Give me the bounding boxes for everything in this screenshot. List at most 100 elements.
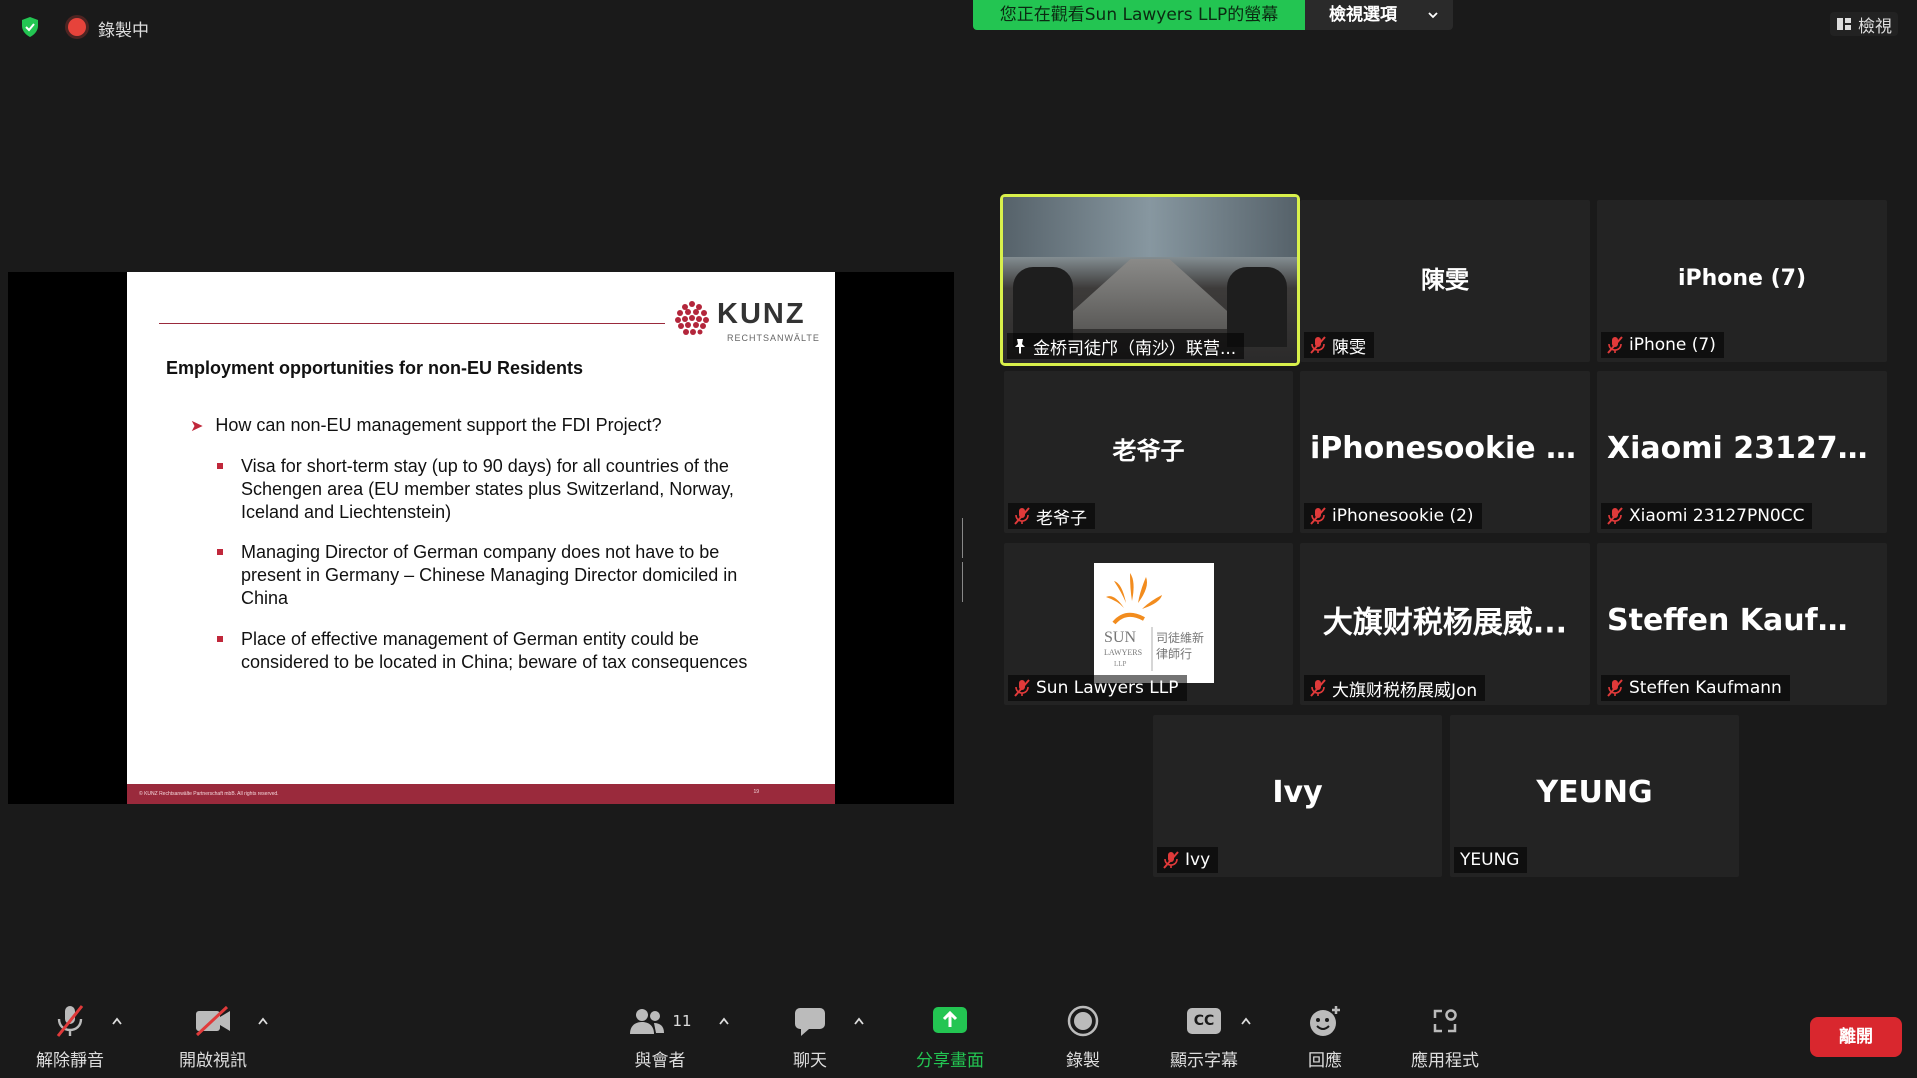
share-screen-button[interactable]: 分享畫面 bbox=[905, 1004, 995, 1071]
mic-muted-icon bbox=[1310, 679, 1326, 697]
participant-tile[interactable]: Xiaomi 23127P... Xiaomi 23127PN0CC bbox=[1597, 371, 1887, 533]
mic-muted-icon bbox=[1607, 507, 1623, 525]
sun-logo-text: 律師行 bbox=[1156, 647, 1193, 661]
slide-footer: © KUNZ Rechtsanwälte Partnerschaft mbB. … bbox=[127, 784, 835, 804]
slide-question-text: How can non-EU management support the FD… bbox=[215, 415, 662, 435]
security-shield-icon[interactable] bbox=[20, 16, 40, 38]
participants-chevron-up-icon[interactable] bbox=[718, 1016, 730, 1026]
record-label: 錄製 bbox=[1066, 1051, 1100, 1071]
slide-copyright: © KUNZ Rechtsanwälte Partnerschaft mbB. … bbox=[139, 791, 279, 797]
slide-bullet: Managing Director of German company does… bbox=[217, 541, 757, 610]
view-options-button[interactable]: 檢視選項 bbox=[1305, 0, 1453, 30]
sun-logo-text: SUN bbox=[1104, 629, 1137, 646]
participant-tile[interactable]: 大旗财税杨展威... 大旗财税杨展威Jon bbox=[1300, 543, 1590, 705]
chat-label: 聊天 bbox=[793, 1051, 827, 1071]
reactions-button[interactable]: 回應 bbox=[1290, 1004, 1360, 1071]
participant-display-name: YEUNG bbox=[1536, 775, 1653, 810]
emoji-add-icon bbox=[1310, 1006, 1340, 1036]
square-bullet-icon bbox=[217, 463, 223, 469]
participant-tile[interactable]: iPhone (7) iPhone (7) bbox=[1597, 200, 1887, 362]
square-bullet-icon bbox=[217, 549, 223, 555]
start-video-label: 開啟視訊 bbox=[179, 1051, 247, 1071]
closed-captions-icon: CC bbox=[1187, 1008, 1221, 1034]
participant-name: Steffen Kaufmann bbox=[1629, 678, 1782, 698]
slide-title: Employment opportunities for non-EU Resi… bbox=[166, 358, 584, 378]
splitter-handle[interactable] bbox=[962, 518, 966, 602]
unmute-button[interactable]: 解除靜音 bbox=[25, 1004, 115, 1071]
participant-name: Sun Lawyers LLP bbox=[1036, 678, 1179, 698]
chat-chevron-up-icon[interactable] bbox=[853, 1016, 865, 1026]
participant-tile[interactable]: 老爷子 老爷子 bbox=[1004, 371, 1293, 533]
participant-tile[interactable]: 金桥司徒邝（南沙）联营... bbox=[1000, 194, 1300, 366]
participant-display-name: iPhone (7) bbox=[1677, 266, 1807, 291]
participant-nameplate: iPhonesookie (2) bbox=[1304, 503, 1482, 529]
unmute-label: 解除靜音 bbox=[36, 1051, 104, 1071]
chat-icon bbox=[795, 1008, 825, 1036]
participant-name: 陳雯 bbox=[1332, 337, 1366, 358]
participant-display-name: 陳雯 bbox=[1421, 266, 1469, 294]
participant-name: iPhonesookie (2) bbox=[1332, 506, 1474, 526]
kunz-brand: KUNZ bbox=[717, 298, 806, 330]
apps-icon bbox=[1433, 1009, 1457, 1033]
mic-muted-icon bbox=[1607, 679, 1623, 697]
mic-muted-icon bbox=[56, 1005, 84, 1037]
mic-muted-icon bbox=[1607, 336, 1623, 354]
arrow-bullet-icon: ➤ bbox=[190, 418, 204, 435]
reactions-label: 回應 bbox=[1308, 1051, 1342, 1071]
presentation-slide: KUNZ RECHTSANWÄLTE Employment opportunit… bbox=[127, 272, 835, 804]
captions-chevron-up-icon[interactable] bbox=[1240, 1016, 1252, 1026]
sun-logo-text: 司徒維新 bbox=[1156, 631, 1205, 645]
view-options-label: 檢視選項 bbox=[1329, 5, 1397, 25]
participant-tile[interactable]: YEUNG YEUNG bbox=[1450, 715, 1739, 877]
participant-display-name: 老爷子 bbox=[1112, 437, 1185, 465]
view-button-label: 檢視 bbox=[1858, 16, 1892, 37]
slide-bullet: Visa for short-term stay (up to 90 days)… bbox=[217, 455, 757, 524]
participant-name: Xiaomi 23127PN0CC bbox=[1629, 506, 1805, 526]
record-button[interactable]: 錄製 bbox=[1048, 1004, 1118, 1071]
video-options-chevron-up-icon[interactable] bbox=[257, 1016, 269, 1026]
participant-name: iPhone (7) bbox=[1629, 335, 1716, 355]
recording-label[interactable]: 錄製中 bbox=[98, 16, 149, 41]
participant-nameplate: Xiaomi 23127PN0CC bbox=[1601, 503, 1813, 529]
participant-count: 11 bbox=[672, 1012, 692, 1030]
participant-tile[interactable]: iPhonesookie (2) iPhonesookie (2) bbox=[1300, 371, 1590, 533]
participant-nameplate: 老爷子 bbox=[1008, 503, 1095, 529]
slide-bullet-text: Visa for short-term stay (up to 90 days)… bbox=[241, 456, 734, 522]
slide-page-number: 19 bbox=[753, 789, 759, 795]
mic-muted-icon bbox=[1310, 507, 1326, 525]
chat-button[interactable]: 聊天 bbox=[775, 1004, 845, 1071]
participant-nameplate: Steffen Kaufmann bbox=[1601, 675, 1790, 701]
slide-bullet-text: Place of effective management of German … bbox=[241, 629, 748, 672]
audio-options-chevron-up-icon[interactable] bbox=[111, 1016, 123, 1026]
captions-button[interactable]: CC 顯示字幕 bbox=[1163, 1004, 1245, 1071]
captions-label: 顯示字幕 bbox=[1170, 1051, 1238, 1071]
participant-nameplate: 大旗财税杨展威Jon bbox=[1304, 675, 1486, 701]
participant-tile[interactable]: Steffen Kaufma... Steffen Kaufmann bbox=[1597, 543, 1887, 705]
slide-question: ➤ How can non-EU management support the … bbox=[190, 415, 662, 436]
apps-label: 應用程式 bbox=[1411, 1051, 1479, 1071]
participants-button[interactable]: 11 與會者 bbox=[610, 1004, 710, 1071]
participant-name: 大旗财税杨展威Jon bbox=[1332, 680, 1478, 701]
sun-rays-icon bbox=[1106, 573, 1162, 671]
participant-nameplate: iPhone (7) bbox=[1601, 332, 1724, 358]
participant-tile[interactable]: 陳雯 陳雯 bbox=[1300, 200, 1590, 362]
apps-button[interactable]: 應用程式 bbox=[1400, 1004, 1490, 1071]
mic-muted-icon bbox=[1014, 507, 1030, 525]
grid-view-icon bbox=[1837, 18, 1851, 30]
start-video-button[interactable]: 開啟視訊 bbox=[163, 1004, 263, 1071]
participant-display-name: Steffen Kaufma... bbox=[1607, 603, 1887, 638]
view-button[interactable]: 檢視 bbox=[1830, 12, 1898, 37]
participant-nameplate: Ivy bbox=[1157, 847, 1219, 873]
recording-indicator-icon[interactable] bbox=[68, 18, 86, 36]
share-screen-icon bbox=[933, 1007, 967, 1033]
participant-nameplate: YEUNG bbox=[1454, 847, 1528, 873]
participant-tile[interactable]: SUN LAWYERS LLP 司徒維新 律師行 Sun Lawyers LLP bbox=[1004, 543, 1293, 705]
kunz-logo-icon bbox=[675, 301, 709, 335]
slide-rule bbox=[159, 323, 665, 324]
sun-logo-text: LAWYERS bbox=[1104, 648, 1143, 657]
pin-icon bbox=[1015, 339, 1025, 354]
participant-tile[interactable]: Ivy Ivy bbox=[1153, 715, 1442, 877]
leave-button[interactable]: 離開 bbox=[1810, 1017, 1902, 1057]
kunz-brand-sub: RECHTSANWÄLTE bbox=[727, 333, 820, 343]
participants-label: 與會者 bbox=[634, 1051, 686, 1071]
